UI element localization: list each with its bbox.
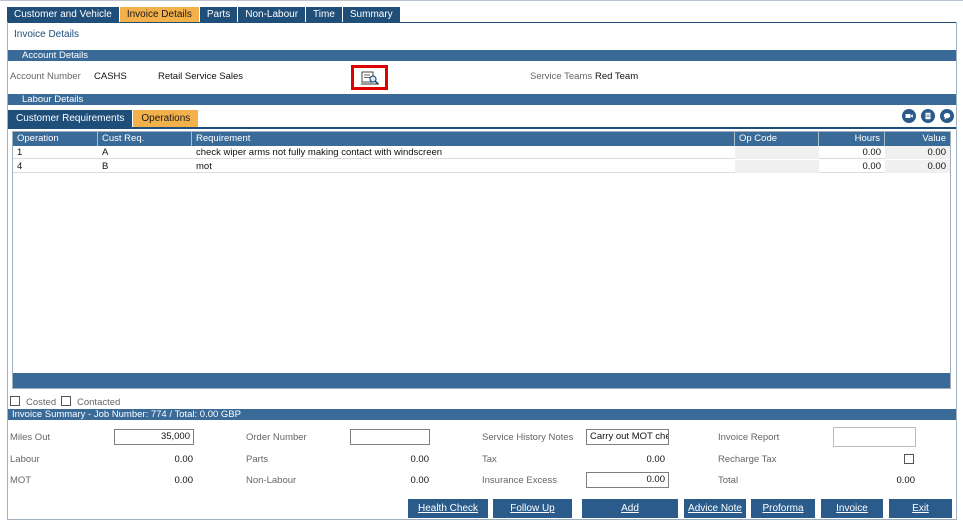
costed-label: Costed xyxy=(26,397,57,408)
cell-op-code xyxy=(735,146,819,159)
account-number-value: CASHS xyxy=(94,71,127,82)
cell-requirement: mot xyxy=(196,161,212,172)
tab-bar-underline xyxy=(7,22,956,23)
non-labour-value: 0.00 xyxy=(410,475,430,486)
subtab-customer-requirements[interactable]: Customer Requirements xyxy=(8,110,133,127)
invoice-report-field[interactable] xyxy=(833,427,916,447)
col-op-code[interactable]: Op Code xyxy=(735,132,819,146)
tax-value: 0.00 xyxy=(646,454,666,465)
cell-hours: 0.00 xyxy=(862,147,882,158)
subtab-operations[interactable]: Operations xyxy=(133,110,199,127)
cell-operation: 1 xyxy=(17,147,23,158)
costed-checkbox[interactable] xyxy=(10,396,20,406)
tab-summary[interactable]: Summary xyxy=(342,7,400,22)
subtab-underline xyxy=(8,127,956,129)
labour-details-header: Labour Details xyxy=(8,94,956,105)
miles-out-input[interactable]: 35,000 xyxy=(114,429,194,445)
health-check-button[interactable]: Health Check xyxy=(408,499,488,518)
follow-up-button[interactable]: Follow Up xyxy=(493,499,572,518)
total-label: Total xyxy=(718,475,739,486)
tab-customer-and-vehicle[interactable]: Customer and Vehicle xyxy=(7,7,119,22)
cell-hours: 0.00 xyxy=(862,161,882,172)
account-number-label: Account Number xyxy=(10,71,81,82)
invoice-button[interactable]: Invoice xyxy=(821,499,883,518)
cell-requirement: check wiper arms not fully making contac… xyxy=(196,147,443,158)
mot-value: 0.00 xyxy=(174,475,194,486)
order-number-input[interactable] xyxy=(350,429,430,445)
document-icon[interactable] xyxy=(921,109,935,123)
cell-cust-req: B xyxy=(102,161,109,172)
service-teams-value: Red Team xyxy=(595,71,639,82)
main-tab-bar: Customer and Vehicle Invoice Details Par… xyxy=(7,7,401,22)
col-hours[interactable]: Hours xyxy=(819,132,885,146)
cell-op-code xyxy=(735,160,819,173)
cell-value: 0.00 xyxy=(885,146,950,159)
non-labour-label: Non-Labour xyxy=(246,475,297,486)
tax-label: Tax xyxy=(482,454,497,465)
parts-label: Parts xyxy=(246,454,269,465)
order-number-label: Order Number xyxy=(246,432,307,443)
grid-footer xyxy=(13,373,950,388)
recharge-tax-checkbox[interactable] xyxy=(904,454,914,464)
insurance-excess-label: Insurance Excess xyxy=(482,475,557,486)
cell-value: 0.00 xyxy=(885,160,950,173)
miles-out-label: Miles Out xyxy=(10,432,51,443)
exit-button[interactable]: Exit xyxy=(889,499,952,518)
video-icon[interactable] xyxy=(902,109,916,123)
labour-label: Labour xyxy=(10,454,40,465)
account-lookup-icon xyxy=(360,71,379,85)
col-cust-req[interactable]: Cust Req. xyxy=(98,132,192,146)
col-operation[interactable]: Operation xyxy=(13,132,98,146)
account-name-value: Retail Service Sales xyxy=(158,71,244,82)
col-value[interactable]: Value xyxy=(885,132,950,146)
labour-action-icons xyxy=(902,109,954,123)
grid-header: Operation Cust Req. Requirement Op Code … xyxy=(13,132,950,146)
add-button[interactable]: Add xyxy=(582,499,678,518)
window-top-border xyxy=(0,0,963,1)
cell-cust-req: A xyxy=(102,147,109,158)
service-teams-label: Service Teams xyxy=(530,71,593,82)
table-row[interactable]: 1 A check wiper arms not fully making co… xyxy=(13,146,950,159)
operations-grid: Operation Cust Req. Requirement Op Code … xyxy=(12,131,951,389)
invoice-report-label: Invoice Report xyxy=(718,432,780,443)
service-history-notes-label: Service History Notes xyxy=(482,432,574,443)
invoice-summary-header: Invoice Summary - Job Number: 774 / Tota… xyxy=(8,409,956,420)
account-lookup-button[interactable] xyxy=(351,65,388,90)
chat-icon[interactable] xyxy=(940,109,954,123)
contacted-label: Contacted xyxy=(77,397,121,408)
tab-invoice-details[interactable]: Invoice Details xyxy=(119,7,199,22)
insurance-excess-input[interactable]: 0.00 xyxy=(586,472,669,488)
mot-label: MOT xyxy=(10,475,32,486)
page-title: Invoice Details xyxy=(14,29,80,40)
col-requirement[interactable]: Requirement xyxy=(192,132,735,146)
parts-value: 0.00 xyxy=(410,454,430,465)
contacted-checkbox[interactable] xyxy=(61,396,71,406)
labour-value: 0.00 xyxy=(174,454,194,465)
tab-non-labour[interactable]: Non-Labour xyxy=(238,7,306,22)
frame-right-border xyxy=(956,22,957,519)
total-value: 0.00 xyxy=(896,475,916,486)
tab-time[interactable]: Time xyxy=(306,7,342,22)
tab-parts[interactable]: Parts xyxy=(199,7,238,22)
proforma-button[interactable]: Proforma xyxy=(751,499,815,518)
table-row[interactable]: 4 B mot 0.00 0.00 xyxy=(13,160,950,173)
frame-bottom-border xyxy=(7,519,957,520)
service-history-notes-input[interactable]: Carry out MOT che xyxy=(586,429,669,445)
labour-subtab-bar: Customer Requirements Operations xyxy=(8,110,199,127)
account-details-header: Account Details xyxy=(8,50,956,61)
recharge-tax-label: Recharge Tax xyxy=(718,454,777,465)
cell-operation: 4 xyxy=(17,161,23,172)
advice-note-button[interactable]: Advice Note xyxy=(684,499,746,518)
